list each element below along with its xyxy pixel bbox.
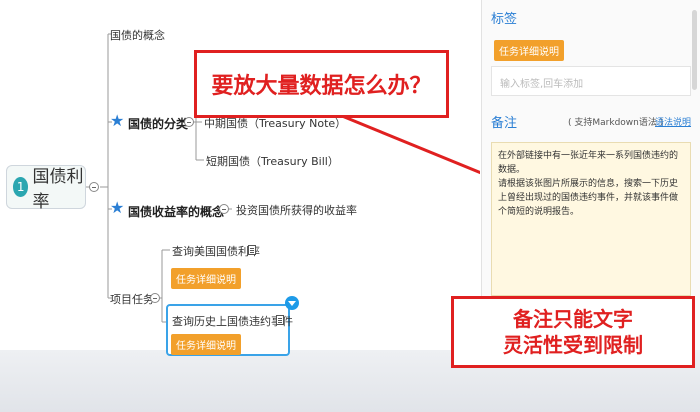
yield-collapse-toggle[interactable] — [219, 204, 229, 214]
note-icon[interactable] — [248, 245, 256, 255]
notes-editor[interactable]: 在外部链接中有一张近年来一系列国债违约的数据。 请根据该张图片所展示的信息，搜索… — [491, 142, 691, 296]
task-query-us-rate[interactable]: 查询美国国债利率 — [172, 243, 260, 259]
callout-text-only: 备注只能文字 灵活性受到限制 — [451, 296, 695, 368]
star-icon: ★ — [110, 111, 125, 130]
task-tag[interactable]: 任务详细说明 — [171, 268, 241, 289]
root-node[interactable]: 1 国债利率 — [6, 165, 86, 212]
tags-section-title: 标签 — [491, 12, 518, 27]
node-concept[interactable]: 国债的概念 — [110, 27, 165, 43]
tag-chip[interactable]: 任务详细说明 — [494, 40, 564, 61]
tasks-collapse-toggle[interactable] — [150, 293, 160, 303]
callout-large-data: 要放大量数据怎么办？ — [194, 50, 449, 118]
syntax-help-link[interactable]: 语法说明 — [655, 115, 691, 128]
note-line: 在外部链接中有一张近年来一系列国债违约的数据。 — [498, 151, 679, 175]
callout-line: 备注只能文字 — [513, 307, 633, 331]
task-query-default-events[interactable]: 查询历史上国债违约事件 — [172, 313, 293, 329]
panel-scrollbar[interactable] — [692, 10, 697, 90]
tags-input[interactable]: 输入标签,回车添加 — [491, 66, 691, 96]
chevron-down-icon[interactable] — [285, 296, 299, 310]
star-icon: ★ — [110, 198, 125, 217]
node-short-term-treasury[interactable]: 短期国债（Treasury Bill） — [206, 153, 339, 169]
markdown-hint: ( 支持Markdown语法 ) — [568, 118, 664, 128]
note-icon[interactable] — [276, 315, 284, 325]
note-line: 请根据该张图片所展示的信息，搜索一下历史上曾经出现过的国债违约事件，并就该事件做… — [498, 179, 679, 217]
task-tag[interactable]: 任务详细说明 — [171, 334, 241, 355]
root-label: 国债利率 — [32, 167, 84, 212]
node-project-tasks[interactable]: 项目任务 — [110, 291, 154, 307]
root-number-badge: 1 — [13, 177, 29, 197]
node-yield-description[interactable]: 投资国债所获得的收益率 — [236, 202, 357, 218]
node-yield-concept[interactable]: 国债收益率的概念 — [128, 203, 224, 220]
node-classification[interactable]: 国债的分类 — [128, 115, 188, 132]
classification-collapse-toggle[interactable] — [184, 117, 194, 127]
notes-section-title: 备注 — [491, 116, 518, 131]
root-collapse-toggle[interactable] — [89, 182, 99, 192]
callout-line: 灵活性受到限制 — [503, 333, 643, 357]
